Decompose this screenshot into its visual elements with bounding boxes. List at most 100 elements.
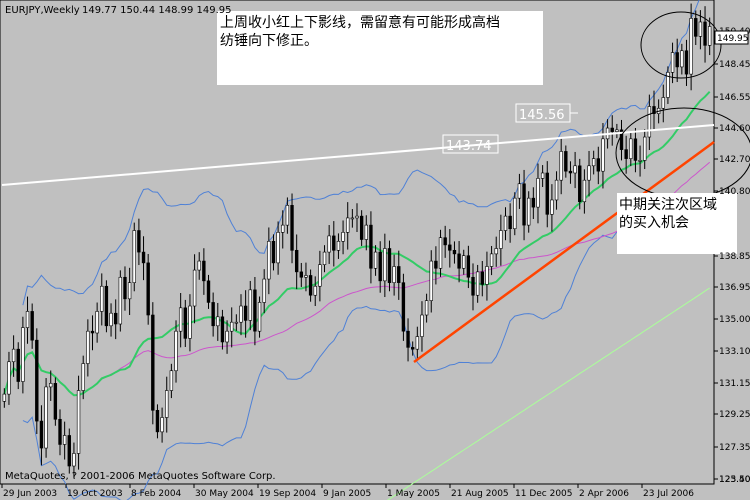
candle-body: [550, 199, 554, 215]
candle-body: [53, 383, 58, 420]
candle-body: [81, 363, 85, 391]
candle-body: [406, 330, 410, 348]
candle-body: [424, 300, 429, 316]
current-price-label: 149.95: [717, 34, 749, 44]
candle-body: [601, 138, 605, 172]
candle-body: [522, 183, 526, 226]
time-tick-label: 9 Jan 2005: [323, 489, 371, 499]
candle-body: [480, 271, 484, 285]
candle-body: [415, 336, 420, 350]
candle-body: [684, 50, 689, 75]
candle-body: [624, 149, 628, 159]
candle-body: [471, 276, 475, 296]
candle-body: [355, 215, 359, 219]
candle-body: [689, 18, 693, 75]
candle-body: [443, 237, 447, 246]
candle-body: [90, 330, 95, 334]
level-143-label: 143.74: [446, 139, 492, 154]
candle-body: [564, 151, 568, 172]
price-tick-label: 135.00: [719, 315, 750, 325]
candle-body: [44, 386, 48, 449]
candle-body: [540, 172, 545, 179]
right-note-line-1: 中期关注次区域: [619, 197, 717, 213]
candle-body: [346, 217, 350, 233]
candle-body: [703, 21, 707, 46]
candle-body: [211, 302, 215, 327]
candle-body: [466, 255, 471, 278]
candle-body: [591, 158, 596, 167]
candle-body: [392, 266, 396, 283]
candle-body: [573, 165, 577, 174]
candle-body: [127, 282, 132, 300]
candle-body: [188, 305, 192, 339]
candle-body: [239, 305, 243, 323]
candle-body: [25, 311, 30, 328]
time-tick-label: 11 Dec 2005: [515, 489, 573, 499]
candle-body: [643, 136, 647, 161]
candle-body: [387, 248, 392, 283]
symbol-label: EURJPY,Weekly: [5, 5, 80, 16]
price-tick-label: 131.15: [719, 379, 750, 389]
price-tick-label: 136.95: [719, 283, 750, 293]
candle-body: [647, 106, 652, 138]
candle-body: [155, 409, 160, 433]
candle-body: [276, 232, 280, 264]
candle-body: [313, 285, 317, 296]
candle-body: [410, 347, 415, 350]
chart-window[interactable]: 145.56 143.74 上周收小红上下影线，需留意有可能形成高档 纺锤向下修…: [0, 0, 750, 500]
candle-body: [202, 260, 206, 282]
candle-body: [146, 262, 150, 316]
candle-body: [220, 316, 225, 343]
copyright-label: MetaQuotes, ? 2001-2006 MetaQuotes Softw…: [5, 471, 276, 482]
candle-body: [281, 224, 285, 233]
candle-body: [318, 264, 322, 287]
candle-body: [698, 21, 703, 37]
candle-body: [508, 215, 512, 230]
candle-body: [7, 361, 11, 395]
price-tick-label: 148.45: [719, 60, 750, 70]
candle-body: [114, 312, 118, 325]
price-tick-label: 129.25: [719, 410, 750, 420]
price-tick-label: 146.55: [719, 93, 750, 103]
time-tick-label: 1 May 2005: [387, 489, 440, 499]
candle-body: [160, 417, 164, 433]
price-chart[interactable]: 145.56 143.74 上周收小红上下影线，需留意有可能形成高档 纺锤向下修…: [0, 0, 750, 500]
candle-body: [11, 348, 16, 363]
candle-body: [58, 418, 62, 445]
candle-body: [118, 276, 123, 325]
candle-body: [359, 215, 364, 240]
candle-body: [378, 251, 382, 282]
candle-body: [420, 314, 424, 337]
candle-body: [67, 435, 71, 467]
candle-body: [545, 172, 549, 215]
candle-body: [174, 330, 178, 372]
candle-body: [109, 312, 113, 327]
level-145-label: 145.56: [519, 108, 565, 123]
price-tick-label: 138.85: [719, 252, 750, 262]
candle-body: [554, 179, 559, 201]
candle-body: [350, 217, 355, 220]
candle-body: [568, 170, 573, 174]
candle-body: [513, 197, 517, 230]
candle-body: [290, 205, 294, 251]
candle-body: [489, 253, 494, 267]
candle-body: [86, 330, 90, 364]
candle-body: [462, 255, 466, 269]
candle-body: [452, 249, 457, 255]
candle-body: [383, 248, 387, 282]
candle-body: [39, 420, 44, 449]
candle-body: [434, 260, 438, 269]
candle-body: [503, 215, 508, 231]
candle-body: [336, 241, 341, 251]
candle-body: [183, 307, 187, 339]
candle-body: [165, 390, 169, 418]
candle-body: [559, 151, 563, 181]
candle-body: [141, 251, 146, 264]
time-tick-label: 19 Sep 2004: [259, 489, 316, 499]
candle-body: [100, 285, 104, 312]
candle-body: [610, 127, 614, 132]
candle-body: [629, 138, 633, 159]
candle-body: [304, 275, 308, 278]
candle-body: [536, 178, 540, 208]
candle-body: [341, 232, 345, 242]
